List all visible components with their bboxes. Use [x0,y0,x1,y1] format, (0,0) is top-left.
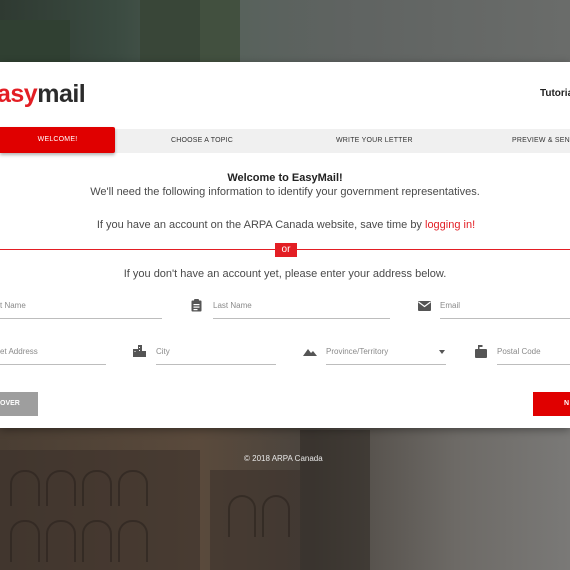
clipboard-icon [191,299,202,312]
login-link[interactable]: logging in! [425,219,475,231]
postal-code-field[interactable]: Postal Code [497,344,570,365]
next-label: N [564,400,570,407]
last-name-placeholder: Last Name [213,301,252,310]
envelope-icon [418,301,431,311]
welcome-title: Welcome to EasyMail! [227,172,343,184]
no-account-text: If you don't have an account yet, please… [123,268,447,280]
step-tabs: CHOOSE A TOPIC WRITE YOUR LETTER PREVIEW… [0,127,570,153]
tutorial-link[interactable]: Tutoria [540,88,570,99]
tab-welcome[interactable]: WELCOME! [0,127,115,153]
login-prompt: If you have an account on the ARPA Canad… [1,219,570,231]
next-button[interactable]: N [533,392,570,416]
start-over-label: OVER [0,400,20,407]
last-name-field[interactable]: Last Name [213,298,390,319]
city-placeholder: City [156,347,170,356]
mailbox-icon [475,345,487,358]
easymail-logo[interactable]: asymail [0,80,86,109]
footer-copyright: © 2018 ARPA Canada [244,454,323,463]
city-field[interactable]: City [156,344,276,365]
province-placeholder: Province/Territory [326,347,389,356]
street-address-placeholder: et Address [0,347,38,356]
street-address-field[interactable]: et Address [0,344,106,365]
email-field[interactable]: Email [440,298,570,319]
tab-choose-topic[interactable]: CHOOSE A TOPIC [171,129,233,153]
email-placeholder: Email [440,301,461,310]
welcome-subtitle: We'll need the following information to … [90,186,480,198]
easymail-card: asymail Tutoria CHOOSE A TOPIC WRITE YOU… [0,62,570,428]
tab-write-letter[interactable]: WRITE YOUR LETTER [336,129,413,153]
start-over-button[interactable]: OVER [0,392,38,416]
logo-mail: mail [37,80,86,108]
mountain-icon [303,348,317,356]
background-top [0,0,570,62]
tab-preview-send[interactable]: PREVIEW & SEND! [512,129,570,153]
city-icon [133,345,146,357]
or-badge: or [275,243,297,257]
first-name-placeholder: t Name [0,301,26,310]
first-name-field[interactable]: t Name [0,298,162,319]
logo-easy: asy [0,80,38,108]
postal-code-placeholder: Postal Code [497,347,541,356]
dropdown-arrow-icon [439,350,445,354]
login-prompt-text: If you have an account on the ARPA Canad… [96,219,425,231]
province-select[interactable]: Province/Territory [326,344,446,365]
